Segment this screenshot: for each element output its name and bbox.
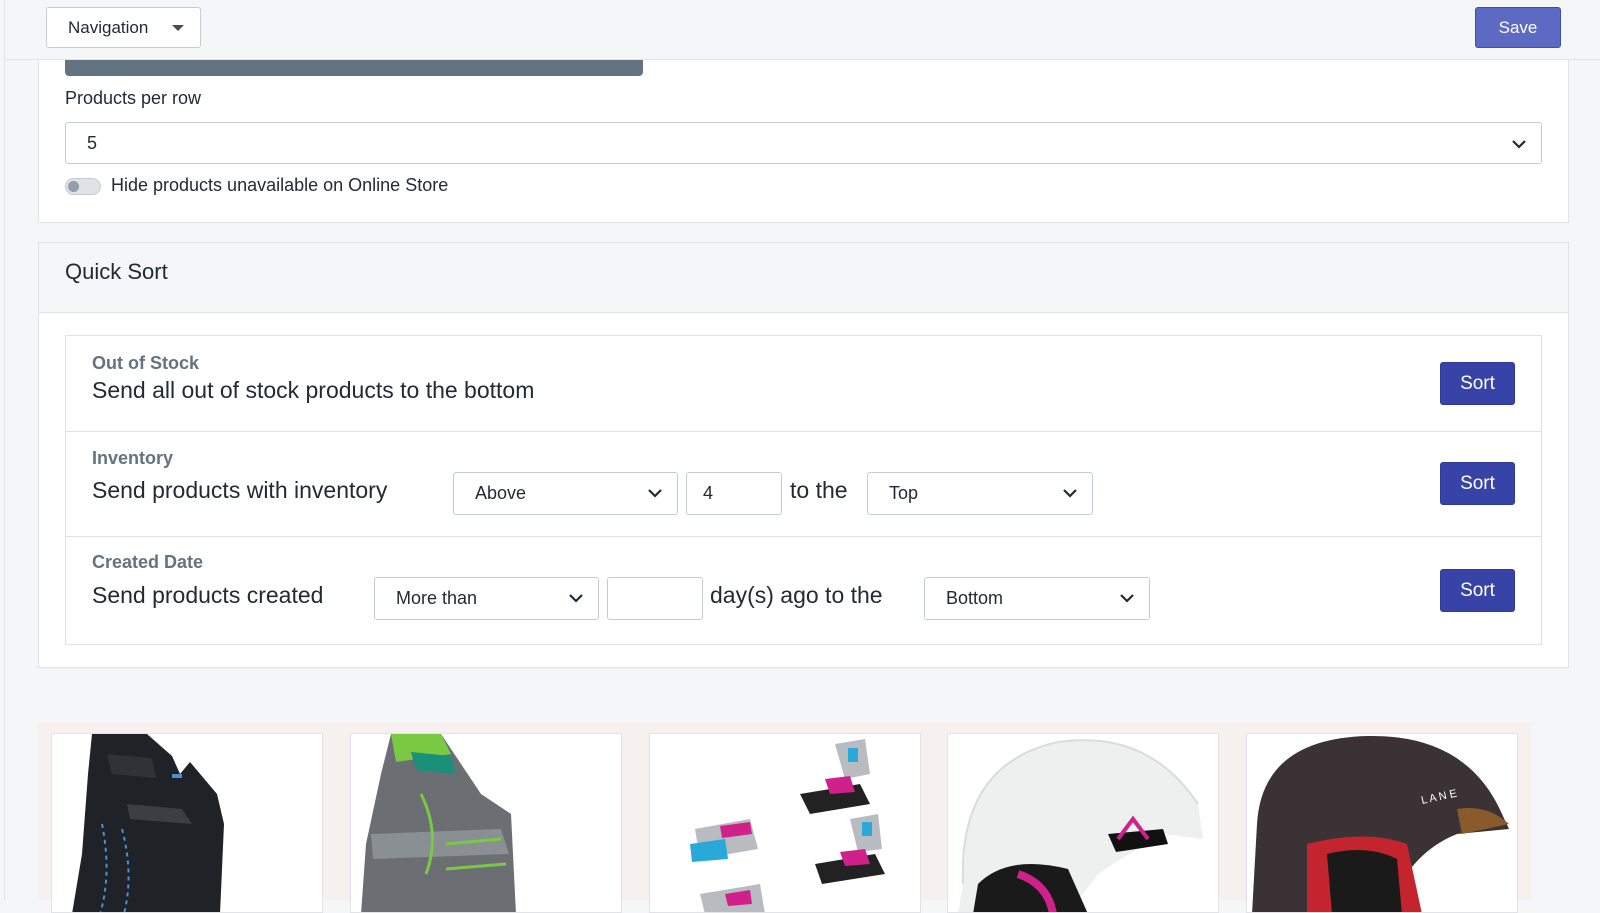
- chevron-down-icon: [1512, 140, 1526, 149]
- rule-title: Out of Stock: [92, 353, 199, 373]
- caret-down-icon: [172, 25, 184, 31]
- rule-text-middle: to the: [790, 477, 848, 503]
- rule-title: Created Date: [92, 552, 204, 572]
- chevron-down-icon: [1120, 594, 1134, 603]
- rule-text-before: Send products with inventory: [92, 477, 388, 503]
- sort-inventory-button[interactable]: Sort: [1440, 462, 1515, 505]
- product-tile[interactable]: [350, 733, 622, 913]
- inventory-position-value: Top: [889, 483, 919, 503]
- navigation-label: Navigation: [68, 17, 149, 37]
- rule-created-date: Created Date Send products created More …: [66, 537, 1541, 644]
- white-helmet-icon: [958, 739, 1203, 912]
- created-position-select[interactable]: Bottom: [924, 577, 1150, 620]
- products-per-row-select[interactable]: 5: [65, 122, 1542, 164]
- chevron-down-icon: [1063, 489, 1077, 498]
- inventory-comparison-value: Above: [475, 483, 527, 503]
- black-snowboard-boot-icon: [72, 734, 224, 912]
- rule-text-middle: day(s) ago to the: [710, 582, 883, 608]
- quick-sort-title: Quick Sort: [65, 259, 168, 284]
- inventory-comparison-select[interactable]: Above: [453, 472, 678, 515]
- products-per-row-label: Products per row: [65, 88, 202, 108]
- rule-text-before: Send products created: [92, 582, 324, 608]
- top-bar: Navigation Save: [5, 0, 1600, 60]
- products-per-row-value: 5: [87, 132, 98, 153]
- product-tile[interactable]: [947, 733, 1219, 913]
- rule-inventory: Inventory Send products with inventory A…: [66, 432, 1541, 537]
- rule-description: Send all out of stock products to the bo…: [92, 377, 535, 403]
- rule-title: Inventory: [92, 448, 174, 468]
- navigation-dropdown[interactable]: Navigation: [46, 7, 201, 48]
- quick-sort-header: Quick Sort: [39, 243, 1568, 313]
- sort-rules-list: Out of Stock Send all out of stock produ…: [65, 335, 1542, 645]
- created-comparison-select[interactable]: More than: [374, 577, 599, 620]
- created-comparison-value: More than: [396, 588, 478, 608]
- sort-out-of-stock-button[interactable]: Sort: [1440, 362, 1515, 405]
- rule-out-of-stock: Out of Stock Send all out of stock produ…: [66, 336, 1541, 432]
- save-button[interactable]: Save: [1475, 7, 1561, 48]
- hide-unavailable-label: Hide products unavailable on Online Stor…: [111, 175, 449, 195]
- chevron-down-icon: [569, 594, 583, 603]
- page-edge: [4, 0, 5, 900]
- ski-bindings-icon: [690, 739, 885, 912]
- created-position-value: Bottom: [946, 588, 1004, 608]
- chevron-down-icon: [648, 489, 662, 498]
- created-days-input[interactable]: [607, 577, 703, 620]
- toggle-knob: [68, 181, 79, 192]
- inventory-value-input[interactable]: [686, 472, 782, 515]
- brown-helmet-icon: L A N E: [1252, 735, 1509, 912]
- product-grid: L A N E: [38, 722, 1531, 913]
- hide-unavailable-toggle[interactable]: [65, 178, 101, 195]
- inventory-position-select[interactable]: Top: [867, 472, 1093, 515]
- grey-green-snowboard-boot-icon: [361, 734, 516, 912]
- sort-created-date-button[interactable]: Sort: [1440, 569, 1515, 612]
- product-tile[interactable]: [51, 733, 323, 913]
- product-tile[interactable]: L A N E: [1246, 733, 1518, 913]
- product-tile[interactable]: [649, 733, 921, 913]
